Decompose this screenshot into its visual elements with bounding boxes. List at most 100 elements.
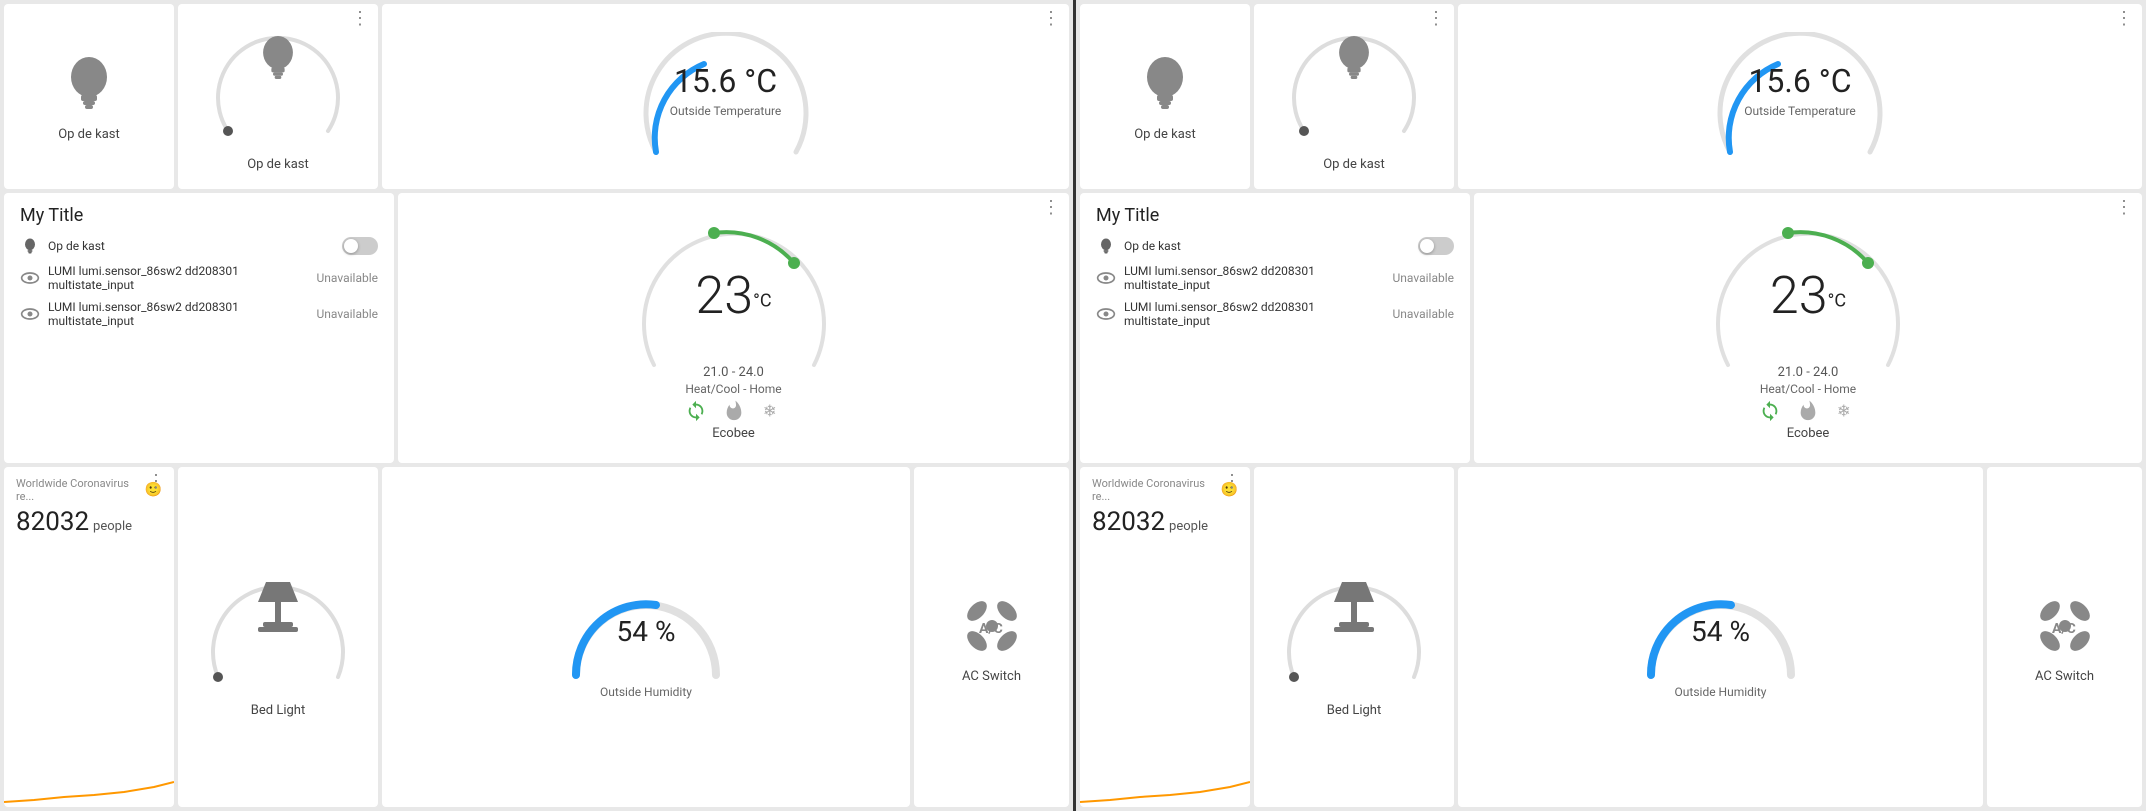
- toggle-op-de-kast-left[interactable]: [342, 237, 378, 255]
- sensor-status-lumi-2-left: Unavailable: [317, 307, 378, 321]
- three-dots-right-ecobee[interactable]: ⋮: [2115, 199, 2134, 217]
- svg-text:❄: ❄: [762, 403, 776, 422]
- ecobee-refresh-icon-left: [685, 400, 707, 422]
- bed-light-label-right: Bed Light: [1327, 703, 1381, 718]
- sensor-row-lumi-2-right: LUMI lumi.sensor_86sw2 dd208301 multista…: [1096, 300, 1454, 328]
- sensor-name-op-de-kast-right: Op de kast: [1124, 239, 1410, 253]
- bed-light-arc-right: [1279, 557, 1429, 697]
- left-panel: Op de kast ⋮: [0, 0, 1073, 811]
- my-title-heading-right: My Title: [1096, 205, 1159, 226]
- temperature-card-right: ⋮ 15.6 °C Outside Temperature: [1458, 4, 2142, 189]
- three-dots-left-corona[interactable]: ⋮: [147, 473, 166, 491]
- sensor-name-op-de-kast-left: Op de kast: [48, 239, 334, 253]
- humidity-value-right: 54 %: [1691, 615, 1750, 648]
- middle-row-left: My Title Op de kast LUMI lumi.sensor_86s…: [4, 193, 1069, 463]
- sensor-row-lumi-1-left: LUMI lumi.sensor_86sw2 dd208301 multista…: [20, 264, 378, 292]
- ecobee-arc-left: 23°C: [634, 215, 834, 385]
- my-title-card-right: My Title Op de kast LUMI lumi.sensor_86s…: [1080, 193, 1470, 463]
- temp-value-left: 15.6 °C: [674, 62, 777, 100]
- three-dots-right-dial[interactable]: ⋮: [1427, 10, 1446, 28]
- sensor-status-lumi-1-right: Unavailable: [1393, 271, 1454, 285]
- ecobee-card-left: ⋮ 23°C 21.0 - 24.0 Heat/: [398, 193, 1069, 463]
- temp-values-right: 15.6 °C Outside Temperature: [1744, 62, 1856, 119]
- top-row-left: Op de kast ⋮: [4, 4, 1069, 189]
- bulb-icon-left-1: [59, 51, 119, 121]
- corona-unit-left: people: [93, 519, 132, 534]
- ecobee-snowflake-icon-left: ❄: [761, 400, 783, 422]
- ac-fan-icon-right: A/C: [2030, 591, 2100, 661]
- humidity-label-left: Outside Humidity: [600, 685, 692, 699]
- humidity-arc-right: 54 %: [1641, 575, 1801, 685]
- eye-sensor-icon-left-2: [20, 304, 40, 324]
- ecobee-action-icons-right: ❄: [1759, 400, 1857, 422]
- ac-fan-icon-left: A/C: [957, 591, 1027, 661]
- op-de-kast-label-left-dial: Op de kast: [247, 157, 309, 172]
- temp-arc-container-right: 15.6 °C Outside Temperature: [1710, 32, 1890, 162]
- lamp-icon-container-right: [1324, 572, 1384, 646]
- ecobee-temp-value-left: 23: [695, 265, 753, 326]
- bed-light-arc-left: [203, 557, 353, 697]
- humidity-value-left: 54 %: [617, 615, 676, 648]
- ecobee-label-left: Ecobee: [712, 426, 755, 441]
- bulb-icon-right-dial: [1329, 31, 1379, 89]
- temp-label-right: Outside Temperature: [1744, 104, 1856, 118]
- ecobee-temp-unit-right: °C: [1828, 291, 1846, 312]
- corona-title-left: Worldwide Coronavirus re... 🙂: [16, 477, 162, 503]
- ac-label-left: AC Switch: [962, 669, 1021, 684]
- bulb-sensor-icon-left: [20, 236, 40, 256]
- temp-label-left: Outside Temperature: [670, 104, 782, 118]
- sensor-row-lumi-2-left: LUMI lumi.sensor_86sw2 dd208301 multista…: [20, 300, 378, 328]
- op-de-kast-dial-card-left: ⋮ Op de kast: [178, 4, 378, 189]
- three-dots-left-ecobee[interactable]: ⋮: [1042, 199, 1061, 217]
- my-title-heading-left: My Title: [20, 205, 83, 226]
- op-de-kast-simple-card-right: Op de kast: [1080, 4, 1250, 189]
- temperature-card-left: ⋮ 15.6 °C Outside Temperature: [382, 4, 1069, 189]
- sensor-row-op-de-kast-left: Op de kast: [20, 236, 378, 256]
- svg-text:A/C: A/C: [979, 621, 1003, 637]
- corona-count-display-left: 82032 people: [16, 507, 132, 537]
- sensor-name-lumi-2-left: LUMI lumi.sensor_86sw2 dd208301 multista…: [48, 300, 309, 328]
- three-dots-left-temp[interactable]: ⋮: [1042, 10, 1061, 28]
- corona-count-right: 82032: [1092, 507, 1165, 537]
- corona-unit-right: people: [1169, 519, 1208, 534]
- eye-sensor-icon-right-2: [1096, 304, 1116, 324]
- op-de-kast-dial-card-right: ⋮ Op de kast: [1254, 4, 1454, 189]
- ecobee-card-right: ⋮ 23°C 21.0 - 24.0 Heat/Cool - Home: [1474, 193, 2142, 463]
- corona-chart-left: [4, 757, 174, 807]
- op-de-kast-label-right-dial: Op de kast: [1323, 157, 1385, 172]
- middle-row-right: My Title Op de kast LUMI lumi.sensor_86s…: [1080, 193, 2142, 463]
- three-dots-left-dial[interactable]: ⋮: [351, 10, 370, 28]
- sensor-status-lumi-2-right: Unavailable: [1393, 307, 1454, 321]
- right-panel: Op de kast ⋮ Op de kast: [1073, 0, 2146, 811]
- sensor-status-lumi-1-left: Unavailable: [317, 271, 378, 285]
- ecobee-action-icons-left: ❄: [685, 400, 783, 422]
- three-dots-right-temp[interactable]: ⋮: [2115, 10, 2134, 28]
- ecobee-temp-unit-left: °C: [753, 291, 771, 312]
- temp-value-right: 15.6 °C: [1748, 62, 1851, 100]
- ecobee-temp-value-right: 23: [1770, 265, 1828, 326]
- bulb-icon-left-dial: [253, 31, 303, 89]
- dial-container-right: [1284, 21, 1424, 151]
- top-row-right: Op de kast ⋮ Op de kast: [1080, 4, 2142, 189]
- toggle-op-de-kast-right[interactable]: [1418, 237, 1454, 255]
- ecobee-label-right: Ecobee: [1787, 426, 1830, 441]
- ecobee-refresh-icon-right: [1759, 400, 1781, 422]
- ac-card-right: A/C AC Switch: [1987, 467, 2142, 807]
- humidity-arc-left: 54 %: [566, 575, 726, 685]
- corona-card-right: ⋮ Worldwide Coronavirus re... 🙂 82032 pe…: [1080, 467, 1250, 807]
- op-de-kast-label-left-1: Op de kast: [58, 127, 120, 142]
- corona-chart-right: [1080, 757, 1250, 807]
- ecobee-snowflake-icon-right: ❄: [1835, 400, 1857, 422]
- humidity-value-display-left: 54 %: [617, 615, 676, 648]
- humidity-card-right: 54 % Outside Humidity: [1458, 467, 1983, 807]
- humidity-value-display-right: 54 %: [1691, 615, 1750, 648]
- humidity-card-left: 54 % Outside Humidity: [382, 467, 910, 807]
- ecobee-flame-icon-right: [1797, 400, 1819, 422]
- eye-sensor-icon-left-1: [20, 268, 40, 288]
- bed-light-card-left: Bed Light: [178, 467, 378, 807]
- three-dots-right-corona[interactable]: ⋮: [1223, 473, 1242, 491]
- sensor-row-op-de-kast-right: Op de kast: [1096, 236, 1454, 256]
- lamp-icon-left: [248, 572, 308, 642]
- humidity-label-right: Outside Humidity: [1675, 685, 1767, 699]
- ecobee-arc-right: 23°C: [1708, 215, 1908, 385]
